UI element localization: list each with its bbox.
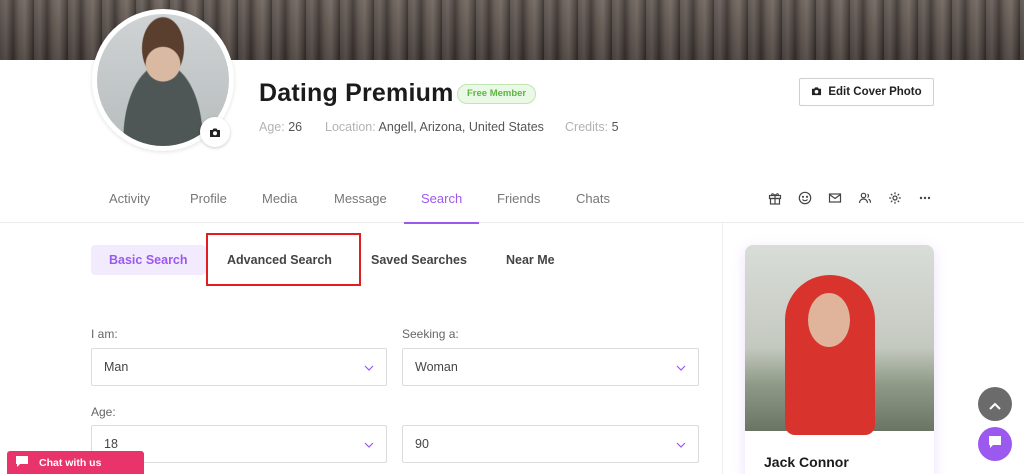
saved-searches-tab[interactable]: Saved Searches [353, 245, 485, 275]
tab-chats[interactable]: Chats [559, 180, 627, 223]
age-filter-label: Age: [91, 405, 116, 419]
seeking-select[interactable]: Woman [402, 348, 699, 386]
age-value: 26 [288, 120, 303, 134]
seeking-label: Seeking a: [402, 327, 459, 341]
tab-media[interactable]: Media [245, 180, 314, 223]
chevron-down-icon [364, 360, 374, 374]
chevron-up-icon [989, 395, 1001, 414]
edit-cover-label: Edit Cover Photo [828, 86, 922, 98]
seeking-value: Woman [415, 360, 458, 374]
credits-label: Credits: [565, 120, 609, 134]
mail-icon[interactable] [826, 189, 844, 207]
camera-icon [811, 86, 822, 99]
member-badge: Free Member [457, 84, 537, 104]
credits-value: 5 [611, 120, 619, 134]
chat-with-us-label: Chat with us [39, 456, 102, 469]
tab-search[interactable]: Search [404, 180, 480, 224]
smile-icon[interactable] [796, 189, 814, 207]
tab-profile[interactable]: Profile [173, 180, 244, 223]
gift-icon[interactable] [766, 189, 784, 207]
chat-bubble-icon [987, 434, 1003, 454]
chat-fab-button[interactable] [978, 427, 1012, 461]
profile-name: Dating Premium [259, 79, 454, 107]
age-label: Age: [259, 120, 285, 134]
highlight-box [206, 233, 361, 286]
basic-search-tab[interactable]: Basic Search [91, 245, 206, 275]
tab-friends[interactable]: Friends [480, 180, 557, 223]
featured-member-photo [745, 245, 934, 435]
location-value: Angell, Arizona, United States [378, 120, 544, 134]
users-icon[interactable] [856, 189, 874, 207]
more-icon[interactable] [916, 189, 934, 207]
chat-with-us-bar[interactable]: Chat with us [7, 451, 144, 474]
avatar[interactable] [92, 9, 234, 151]
scroll-top-button[interactable] [978, 387, 1012, 421]
i-am-select[interactable]: Man [91, 348, 387, 386]
age-to-select[interactable]: 90 [402, 425, 699, 463]
tab-activity[interactable]: Activity [92, 180, 167, 223]
location-meta: Location: Angell, Arizona, United States [325, 120, 544, 134]
age-meta: Age: 26 [259, 120, 302, 134]
age-to-value: 90 [415, 437, 429, 451]
featured-member-card[interactable]: Jack Connor [745, 245, 934, 474]
camera-icon[interactable] [200, 117, 230, 147]
profile-nav: Activity Profile Media Message Search Fr… [0, 180, 1024, 224]
near-me-tab[interactable]: Near Me [488, 245, 573, 275]
chevron-down-icon [676, 437, 686, 451]
i-am-label: I am: [91, 327, 118, 341]
gear-icon[interactable] [886, 189, 904, 207]
i-am-value: Man [104, 360, 129, 374]
location-label: Location: [325, 120, 376, 134]
edit-cover-button[interactable]: Edit Cover Photo [799, 78, 934, 106]
featured-member-name[interactable]: Jack Connor [764, 454, 849, 470]
chevron-down-icon [364, 437, 374, 451]
chevron-down-icon [676, 360, 686, 374]
content-divider [722, 223, 723, 474]
chat-icon [15, 455, 29, 471]
tab-message[interactable]: Message [317, 180, 404, 223]
credits-meta: Credits: 5 [565, 120, 619, 134]
age-from-value: 18 [104, 437, 118, 451]
